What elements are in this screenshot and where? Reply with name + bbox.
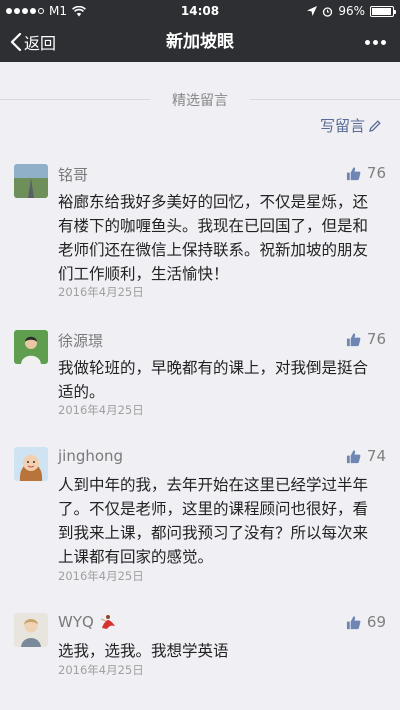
- dancer-emoji-icon: [100, 615, 115, 629]
- carrier-label: M1: [49, 4, 67, 18]
- battery-icon: [370, 5, 396, 17]
- comment-date: 2016年4月25日: [58, 285, 144, 299]
- featured-comments-header: 精选留言: [0, 62, 400, 112]
- like-button[interactable]: 69: [346, 613, 386, 631]
- avatar[interactable]: [14, 164, 48, 198]
- commenter-name: 铭哥: [58, 166, 89, 184]
- like-button[interactable]: 76: [346, 164, 386, 182]
- comment-text: 裕廊东给我好多美好的回忆，不仅是星烁，还有楼下的咖喱鱼头。我现在已回国了，但是和…: [58, 193, 369, 283]
- thumbs-up-icon: [346, 615, 361, 629]
- like-count: 74: [366, 447, 386, 465]
- thumbs-up-icon: [346, 332, 361, 346]
- navigation-bar: 返回 新加坡眼: [0, 22, 400, 62]
- like-count: 69: [366, 613, 386, 631]
- write-comment-label: 写留言: [319, 117, 365, 135]
- commenter-name: jinghong: [58, 447, 124, 465]
- battery-level: [372, 7, 392, 15]
- commenter-name: WYQ: [58, 613, 116, 631]
- avatar[interactable]: [14, 613, 48, 647]
- alarm-icon: [323, 6, 333, 17]
- like-count: 76: [366, 164, 386, 182]
- location-arrow-icon: [307, 6, 318, 16]
- page-title: 新加坡眼: [166, 32, 234, 52]
- like-button[interactable]: 76: [346, 330, 386, 348]
- comment-date: 2016年4月25日: [58, 663, 144, 677]
- comment-text: 人到中年的我，去年开始在这里已经学过半年了。不仅是老师，这里的课程顾问也很好，看…: [58, 476, 369, 566]
- more-dots-icon: [365, 39, 370, 45]
- thumbs-up-icon: [346, 449, 361, 463]
- pencil-icon: [369, 119, 381, 132]
- divider: [250, 99, 400, 100]
- write-comment-button[interactable]: 写留言: [320, 115, 382, 136]
- like-button[interactable]: 74: [346, 447, 386, 465]
- comment-date: 2016年4月25日: [58, 403, 144, 417]
- avatar[interactable]: [14, 447, 48, 481]
- status-bar: M1 14:08 96%: [0, 0, 400, 22]
- commenter-name-text: WYQ: [58, 613, 94, 631]
- wifi-icon: [72, 5, 86, 16]
- comment-text: 我做轮班的，早晚都有的课上，对我倒是挺合适的。: [58, 359, 369, 401]
- comment-date: 2016年4月25日: [58, 569, 144, 583]
- thumbs-up-icon: [346, 166, 361, 180]
- commenter-name: 徐源璟: [58, 332, 104, 350]
- comment-text: 选我，选我。我想学英语: [58, 642, 229, 660]
- battery-percent: 96%: [338, 4, 365, 18]
- section-title: 精选留言: [172, 93, 228, 109]
- avatar[interactable]: [14, 330, 48, 364]
- like-count: 76: [366, 330, 386, 348]
- signal-strength-icon: [6, 8, 44, 14]
- more-options-button[interactable]: [365, 22, 386, 62]
